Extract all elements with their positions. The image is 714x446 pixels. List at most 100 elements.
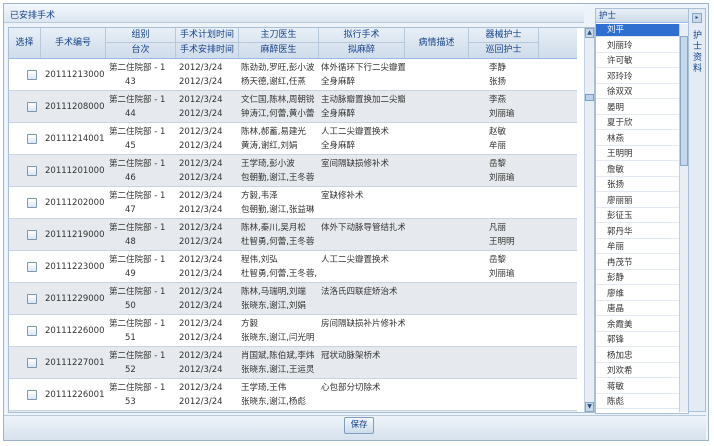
cell-surgery: 心包部分切除术 — [321, 383, 381, 393]
nurse-list-item[interactable]: 陈彪 — [596, 396, 680, 409]
nurse-scroll-thumb[interactable] — [680, 36, 688, 166]
nurse-list-item[interactable]: 夏于欣 — [596, 117, 680, 130]
table-row[interactable]: 201112190003 第二住院部 - 1 48 2012/3/24 2012/3/2… — [9, 219, 577, 251]
cell-circ: 刘丽瑜 — [489, 173, 515, 183]
table-row[interactable]: 201112010008 第二住院部 - 1 46 2012/3/24 2012/3/2… — [9, 155, 577, 187]
cell-inst: 岳黎 — [489, 255, 507, 265]
header-plan-time[interactable]: 手术计划时间 — [176, 28, 239, 43]
cell-table: 47 — [125, 205, 136, 215]
row-checkbox[interactable] — [27, 134, 37, 144]
header-table-no[interactable]: 台次 — [106, 43, 176, 58]
cell-anes: 杨天德,谢红,任蒸 — [241, 77, 306, 87]
nurse-list-item[interactable]: 晏明 — [596, 102, 680, 115]
cell-plan: 2012/3/24 — [179, 383, 223, 393]
nurse-list-item[interactable]: 刘欢希 — [596, 365, 680, 378]
header-select[interactable]: 选择 — [9, 28, 41, 58]
nurse-list-item[interactable]: 蒋敏 — [596, 381, 680, 394]
nurse-list-item[interactable]: 彭静 — [596, 272, 680, 285]
cell-surgeon: 方毅 — [241, 319, 259, 329]
cell-anes: 张晓东,谢江,杨彪 — [241, 397, 306, 407]
header-group[interactable]: 组别 — [106, 28, 176, 43]
cell-anes: 张晓东,谢江,王运灵 — [241, 365, 315, 375]
header-instrument-nurse[interactable]: 器械护士 — [469, 28, 539, 43]
nurse-list-item[interactable]: 郭丹华 — [596, 226, 680, 239]
cell-group: 第二住院部 - 1 — [109, 287, 166, 297]
row-checkbox[interactable] — [27, 102, 37, 112]
table-row[interactable]: 201112290007 第二住院部 - 1 50 2012/3/24 2012/3/2… — [9, 283, 577, 315]
cell-id: 201112130001 — [45, 70, 105, 80]
cell-surgery: 冠状动脉架桥术 — [321, 351, 381, 361]
nurse-list-item[interactable]: 许可敏 — [596, 55, 680, 68]
row-checkbox[interactable] — [27, 198, 37, 208]
nurse-list-item[interactable]: 彭征玉 — [596, 210, 680, 223]
nurse-list-item[interactable]: 唐晶 — [596, 303, 680, 316]
header-surgery-no[interactable]: 手术编号 — [41, 28, 106, 58]
cell-id: 201112270012 — [45, 358, 105, 368]
header-arranged-time[interactable]: 手术安排时间 — [176, 43, 239, 58]
cell-table: 44 — [125, 109, 136, 119]
nurse-list-item[interactable]: 余霞美 — [596, 319, 680, 332]
table-row[interactable]: 201112270012 第二住院部 - 1 52 2012/3/24 2012/3/2… — [9, 347, 577, 379]
row-checkbox[interactable] — [27, 262, 37, 272]
nurse-list-item[interactable]: 邓玲玲 — [596, 71, 680, 84]
nurse-list-item[interactable]: 徐双双 — [596, 86, 680, 99]
nurse-panel-title: 护士 — [596, 9, 688, 23]
cell-table: 52 — [125, 365, 136, 375]
nurse-list-item[interactable]: 冉茂节 — [596, 257, 680, 270]
cell-table: 48 — [125, 237, 136, 247]
cell-plan: 2012/3/24 — [179, 63, 223, 73]
header-planned-anesthesia[interactable]: 拟麻醉 — [319, 43, 405, 58]
cell-arr: 2012/3/24 — [179, 141, 223, 151]
cell-anes: 张晓东,谢江,刘娟 — [241, 301, 306, 311]
grid-scrollbar[interactable]: ▲ ▼ — [584, 28, 594, 412]
row-checkbox[interactable] — [27, 230, 37, 240]
cell-inst: 李静 — [489, 63, 507, 73]
table-row[interactable]: 201112260002 第二住院部 - 1 51 2012/3/24 2012/3/2… — [9, 315, 577, 347]
nurse-list-item[interactable]: 廖维 — [596, 288, 680, 301]
expand-icon[interactable]: ▸ — [692, 13, 702, 23]
cell-group: 第二住院部 - 1 — [109, 255, 166, 265]
cell-id: 201112140018 — [45, 134, 105, 144]
table-row[interactable]: 第二住院部 - 12012/3/242012/3/24肖国斌,陈伯斌,胡霞主动脉… — [9, 411, 577, 412]
row-checkbox[interactable] — [27, 166, 37, 176]
cell-surgery: 人工二尖瓣置换术 — [321, 127, 390, 137]
nurse-list-item[interactable]: 刘平 — [596, 24, 680, 37]
cell-circ: 牟丽 — [489, 141, 507, 151]
nurse-list-item[interactable]: 郭锋 — [596, 334, 680, 347]
header-diagnosis[interactable]: 病情描述 — [405, 28, 469, 58]
table-row[interactable]: 201112020009 第二住院部 - 1 47 2012/3/24 2012/3/2… — [9, 187, 577, 219]
nurse-list-item[interactable]: 牟丽 — [596, 241, 680, 254]
nurse-list-item[interactable]: 刘丽玲 — [596, 40, 680, 53]
header-planned-surgery[interactable]: 拟行手术 — [319, 28, 405, 43]
table-row[interactable]: 201112130001 第二住院部 - 1 43 2012/3/24 2012/3/2… — [9, 59, 577, 91]
table-row[interactable]: 201112080005 第二住院部 - 1 44 2012/3/24 2012/3/2… — [9, 91, 577, 123]
nurse-list-item[interactable]: 王明明 — [596, 148, 680, 161]
cell-table: 50 — [125, 301, 136, 311]
cell-group: 第二住院部 - 1 — [109, 127, 166, 137]
nurse-info-collapsed-panel[interactable]: ▸ 护士资料 — [688, 8, 706, 412]
nurse-list-item[interactable]: 廖丽丽 — [596, 195, 680, 208]
row-checkbox[interactable] — [27, 390, 37, 400]
scroll-up-icon[interactable]: ▲ — [585, 28, 594, 38]
header-surgeon[interactable]: 主刀医生 — [239, 28, 319, 43]
table-row[interactable]: 201112230004 第二住院部 - 1 49 2012/3/24 2012/3/2… — [9, 251, 577, 283]
save-button[interactable]: 保存 — [344, 417, 374, 434]
nurse-list-item[interactable]: 张扬 — [596, 179, 680, 192]
scroll-down-icon[interactable]: ▼ — [585, 402, 594, 412]
table-row[interactable]: 201112140018 第二住院部 - 1 45 2012/3/24 2012/3/2… — [9, 123, 577, 155]
header-anesthetist[interactable]: 麻醉医生 — [239, 43, 319, 58]
nurse-scrollbar[interactable] — [679, 24, 688, 412]
scroll-thumb[interactable] — [585, 94, 594, 101]
cell-surgery: 房间隔缺损补片修补术 — [321, 319, 405, 329]
nurse-list-item[interactable]: 林燕 — [596, 133, 680, 146]
row-checkbox[interactable] — [27, 294, 37, 304]
nurse-list-item[interactable]: 詹敏 — [596, 164, 680, 177]
header-circulating-nurse[interactable]: 巡回护士 — [469, 43, 539, 58]
row-checkbox[interactable] — [27, 358, 37, 368]
nurse-list-item[interactable]: 杨加忠 — [596, 350, 680, 363]
row-checkbox[interactable] — [27, 70, 37, 80]
cell-surgeon: 王学琦,王伟 — [241, 383, 287, 393]
panel-title: 已安排手术 — [10, 11, 56, 21]
row-checkbox[interactable] — [27, 326, 37, 336]
table-row[interactable]: 201112260015 第二住院部 - 1 53 2012/3/24 2012/3/2… — [9, 379, 577, 411]
